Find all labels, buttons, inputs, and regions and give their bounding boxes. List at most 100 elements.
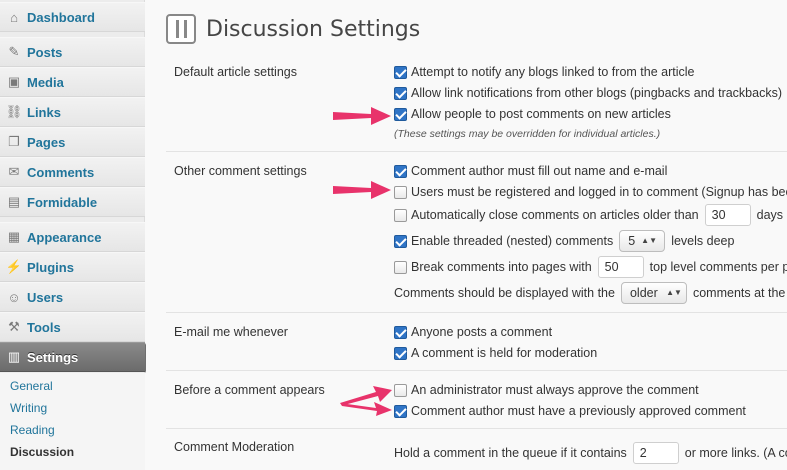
pages-icon: ❐ <box>8 134 20 149</box>
sidebar-item-formidable[interactable]: ▤ Formidable <box>0 187 145 217</box>
option-label-suffix: top level comments per page <box>649 260 787 274</box>
option-label: Users must be registered and logged in t… <box>411 185 787 199</box>
option-require-registration[interactable]: Users must be registered and logged in t… <box>394 185 787 199</box>
checkbox[interactable] <box>394 65 407 79</box>
section-label-other-comment: Other comment settings <box>174 164 307 178</box>
sidebar-item-comments[interactable]: ✉ Comments <box>0 157 145 187</box>
option-label-suffix: comments at the top <box>692 286 787 300</box>
main-content: Discussion Settings Default article sett… <box>146 0 787 470</box>
moderation-links-input[interactable]: 2 <box>632 442 679 464</box>
option-notify-blogs[interactable]: Attempt to notify any blogs linked to fr… <box>394 65 694 79</box>
option-threaded-comments[interactable]: Enable threaded (nested) comments 5 ▲▼ leve… <box>394 230 734 252</box>
select-value: 5 <box>628 234 636 248</box>
option-label: Comments should be displayed with the <box>394 286 615 300</box>
sidebar-item-label: Appearance <box>27 229 102 245</box>
checkbox[interactable] <box>394 185 407 199</box>
section-divider <box>166 370 787 371</box>
annotation-double-arrow-icon <box>340 386 392 416</box>
option-break-pages[interactable]: Break comments into pages with 50 top leve… <box>394 256 787 278</box>
media-icon: ▣ <box>7 74 21 89</box>
sidebar-item-label: Settings <box>27 349 79 365</box>
sidebar-item-label: Media <box>27 74 64 90</box>
sidebar-item-pages[interactable]: ❐ Pages <box>0 127 145 157</box>
option-email-moderation[interactable]: A comment is held for moderation <box>394 346 597 360</box>
select-arrows-icon: ▲▼ <box>666 288 682 297</box>
checkbox[interactable] <box>394 234 407 248</box>
sidebar-item-label: Plugins <box>27 259 74 275</box>
option-label: Comment author must have a previously ap… <box>411 404 746 418</box>
option-label-suffix: levels deep <box>671 234 735 248</box>
select-arrows-icon: ▲▼ <box>641 236 657 245</box>
sidebar-item-tools[interactable]: ⚒ Tools <box>0 312 145 342</box>
comments-icon: ✉ <box>8 164 20 179</box>
settings-submenu: General Writing Reading Discussion <box>0 373 145 470</box>
option-allow-pingbacks[interactable]: Allow link notifications from other blog… <box>394 86 782 100</box>
option-auto-close[interactable]: Automatically close comments on articles… <box>394 204 783 226</box>
section-label-email-me: E-mail me whenever <box>174 325 288 339</box>
section-label-moderation: Comment Moderation <box>174 440 295 454</box>
plugins-icon: ⚡ <box>5 259 23 274</box>
option-label: An administrator must always approve the… <box>411 383 699 397</box>
users-icon: ☺ <box>7 289 21 305</box>
page-header: Discussion Settings <box>166 14 420 44</box>
settings-page-icon <box>166 14 196 44</box>
sidebar-item-media[interactable]: ▣ Media <box>0 67 145 97</box>
option-previously-approved[interactable]: Comment author must have a previously ap… <box>394 404 746 418</box>
sidebar-item-label: Dashboard <box>27 9 95 25</box>
comments-per-page-input[interactable]: 50 <box>597 256 644 278</box>
option-admin-approve[interactable]: An administrator must always approve the… <box>394 383 699 397</box>
section-label-before-comment: Before a comment appears <box>174 383 325 397</box>
checkbox[interactable] <box>394 325 407 339</box>
option-label: A comment is held for moderation <box>411 346 598 360</box>
option-display-order: Comments should be displayed with the old… <box>394 282 787 304</box>
option-label-suffix: days <box>756 208 784 222</box>
section-label-default-article: Default article settings <box>174 65 297 79</box>
option-moderation-links: Hold a comment in the queue if it contai… <box>394 442 787 464</box>
section-divider <box>166 151 787 152</box>
option-label: Comment author must fill out name and e-… <box>411 164 668 178</box>
sidebar-item-label: Posts <box>27 44 63 60</box>
page-title: Discussion Settings <box>206 16 421 42</box>
checkbox[interactable] <box>394 260 407 274</box>
sidebar-item-posts[interactable]: ✎ Posts <box>0 37 145 67</box>
submenu-item-general[interactable]: General <box>0 375 145 397</box>
sidebar-item-links[interactable]: ⛓ Links <box>0 97 145 127</box>
comment-order-select[interactable]: older ▲▼ <box>620 282 687 304</box>
formidable-icon: ▤ <box>7 194 21 209</box>
option-label: Anyone posts a comment <box>411 325 553 339</box>
submenu-item-discussion[interactable]: Discussion <box>0 441 145 463</box>
checkbox[interactable] <box>394 346 407 360</box>
submenu-item-writing[interactable]: Writing <box>0 397 145 419</box>
sidebar-item-label: Tools <box>27 319 61 335</box>
checkbox[interactable] <box>394 107 407 121</box>
override-note: (These settings may be overridden for in… <box>394 128 661 140</box>
sidebar-item-appearance[interactable]: ▦ Appearance <box>0 222 145 252</box>
option-label-suffix: or more links. (A common <box>684 446 787 460</box>
option-require-name-email[interactable]: Comment author must fill out name and e-… <box>394 164 667 178</box>
appearance-icon: ▦ <box>7 229 21 244</box>
tools-icon: ⚒ <box>8 319 20 334</box>
sidebar-item-settings[interactable]: ▥ Settings <box>0 342 153 373</box>
checkbox[interactable] <box>394 208 407 222</box>
sidebar-item-dashboard[interactable]: ⌂ Dashboard <box>0 2 145 32</box>
checkbox[interactable] <box>394 164 407 178</box>
option-label: Allow link notifications from other blog… <box>411 86 783 100</box>
posts-icon: ✎ <box>8 44 20 59</box>
select-value: older <box>629 286 658 300</box>
sidebar-item-plugins[interactable]: ⚡ Plugins <box>0 252 145 282</box>
option-label: Break comments into pages with <box>411 260 592 274</box>
thread-depth-select[interactable]: 5 ▲▼ <box>619 230 666 252</box>
sidebar-item-label: Users <box>27 289 64 305</box>
sidebar-item-users[interactable]: ☺ Users <box>0 282 145 312</box>
close-days-input[interactable]: 30 <box>704 204 751 226</box>
settings-icon: ▥ <box>7 349 21 364</box>
option-email-any-comment[interactable]: Anyone posts a comment <box>394 325 552 339</box>
checkbox[interactable] <box>394 86 407 100</box>
option-label: Hold a comment in the queue if it contai… <box>394 446 627 460</box>
submenu-item-reading[interactable]: Reading <box>0 419 145 441</box>
sidebar-item-label: Comments <box>27 164 95 180</box>
section-divider <box>166 428 787 429</box>
sidebar-item-label: Pages <box>27 134 66 150</box>
annotation-arrow-icon <box>333 107 391 125</box>
option-allow-comments[interactable]: Allow people to post comments on new art… <box>394 107 671 121</box>
